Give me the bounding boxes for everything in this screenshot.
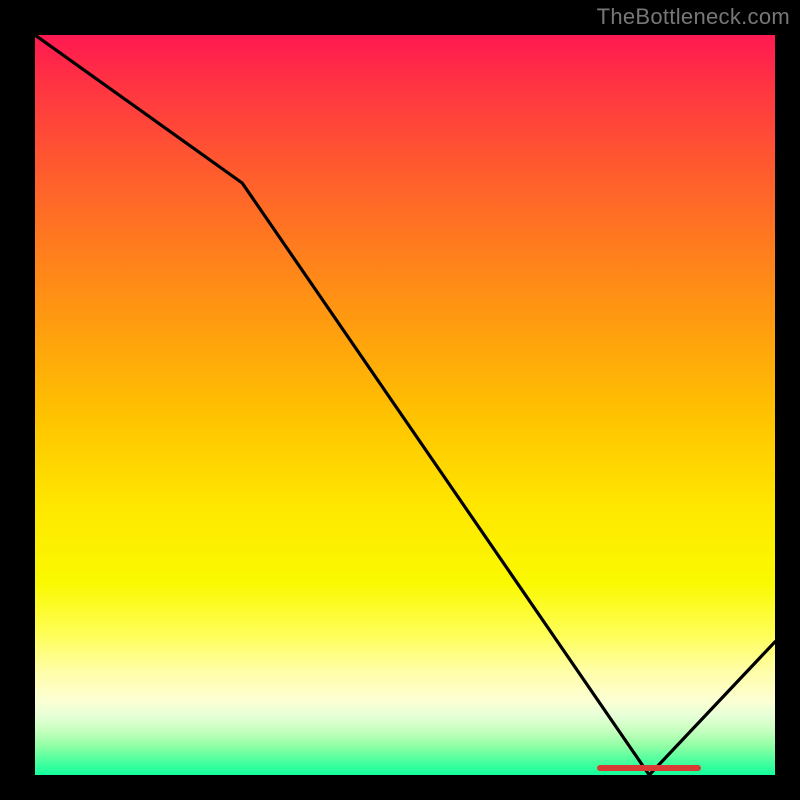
bottleneck-line (35, 35, 775, 775)
chart-canvas: TheBottleneck.com (0, 0, 800, 800)
attribution-label: TheBottleneck.com (597, 4, 790, 30)
plot-area (30, 30, 780, 780)
highlight-segment (597, 765, 701, 771)
